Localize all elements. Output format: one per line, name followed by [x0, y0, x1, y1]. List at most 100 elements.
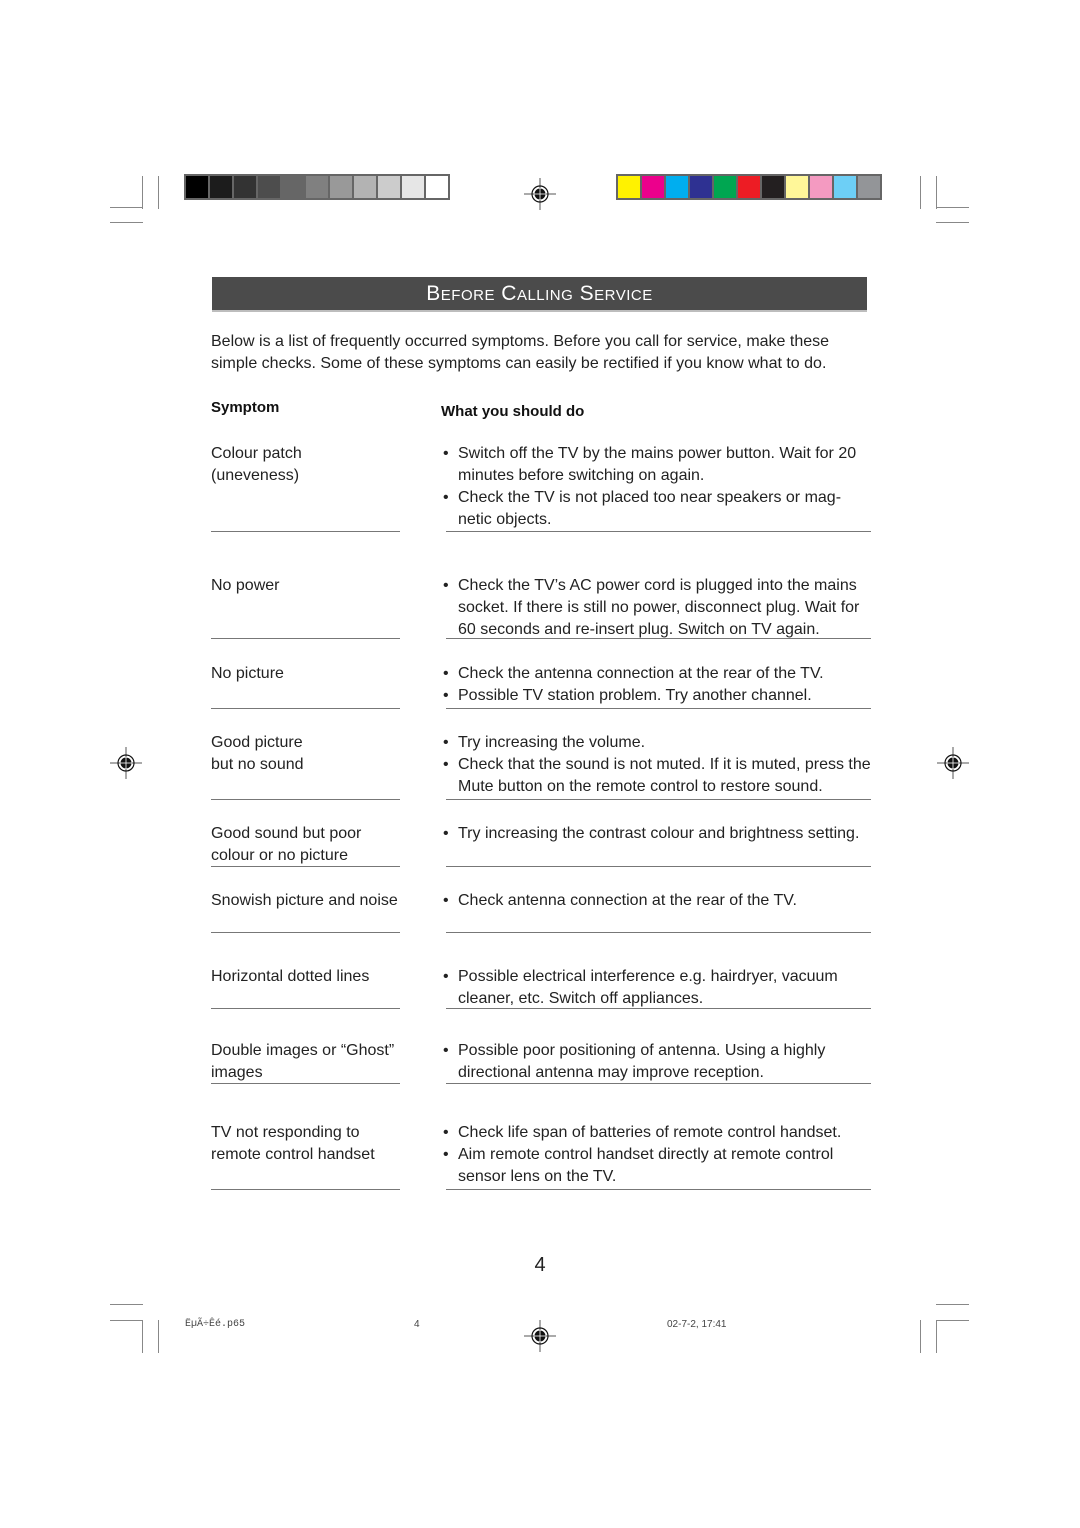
crop-mark: [936, 222, 969, 223]
row-divider: [211, 638, 400, 639]
grayscale-color-bar: [184, 174, 450, 200]
color-swatch: [738, 176, 760, 198]
action-item: • Try increasing the volume.: [441, 732, 871, 754]
page-number: 4: [534, 1254, 546, 1276]
action-cell: • Check the TV’s AC power cord is plugged…: [441, 575, 871, 641]
row-divider: [211, 1189, 400, 1190]
action-text: Check life span of batteries of remote c…: [458, 1124, 842, 1141]
bullet-icon: •: [443, 892, 449, 909]
row-divider: [211, 932, 400, 933]
action-cell: • Check the antenna connection at the rea…: [441, 663, 871, 707]
action-cell: • Check antenna connection at the rear of…: [441, 890, 871, 912]
action-text: Try increasing the contrast colour and b…: [458, 825, 860, 842]
action-text: Check antenna connection at the rear of …: [458, 892, 797, 909]
color-swatch: [258, 176, 280, 198]
crop-mark: [158, 176, 159, 209]
row-divider: [211, 866, 400, 867]
color-swatch: [786, 176, 808, 198]
row-divider: [446, 1083, 871, 1084]
action-cell: • Try increasing the contrast colour and …: [441, 823, 871, 845]
bullet-icon: •: [443, 577, 449, 594]
crop-mark: [920, 176, 921, 209]
color-swatch: [666, 176, 688, 198]
footer-filename: ËµÃ÷Êé.p65: [185, 1319, 246, 1330]
color-swatch: [330, 176, 352, 198]
bullet-icon: •: [443, 825, 449, 842]
crop-mark: [158, 1320, 159, 1353]
column-header-symptom: Symptom: [211, 399, 280, 416]
color-swatch: [642, 176, 664, 198]
bullet-icon: •: [443, 489, 449, 506]
row-divider: [446, 638, 871, 639]
row-divider: [446, 799, 871, 800]
symptom-cell: No picture: [211, 665, 284, 682]
footer-page: 4: [414, 1319, 420, 1330]
action-cell: • Check life span of batteries of remote …: [441, 1122, 871, 1188]
color-swatch: [354, 176, 376, 198]
crop-mark: [936, 1320, 937, 1353]
action-item: • Check the antenna connection at the rea…: [441, 663, 871, 685]
action-item: • Check the TV is not placed too near spe…: [441, 487, 871, 531]
action-cell: • Try increasing the volume. • Check that t…: [441, 732, 871, 798]
row-divider: [211, 531, 400, 532]
symptom-cell: Horizontal dotted lines: [211, 968, 370, 985]
row-divider: [446, 1189, 871, 1190]
crop-mark: [920, 1320, 921, 1353]
crop-mark: [936, 1320, 969, 1321]
bullet-icon: •: [443, 968, 449, 985]
row-divider: [446, 1008, 871, 1009]
color-swatch: [378, 176, 400, 198]
action-text: Try increasing the volume.: [458, 734, 646, 751]
crop-mark: [936, 207, 969, 208]
symptom-cell: Double images or “Ghost” images: [211, 1042, 395, 1081]
action-item: • Aim remote control handset directly at …: [441, 1144, 871, 1188]
action-text: Possible electrical interference e.g. ha…: [458, 968, 838, 1007]
action-item: • Try increasing the contrast colour and …: [441, 823, 871, 845]
column-header-action: What you should do: [441, 403, 585, 420]
action-text: Switch off the TV by the mains power but…: [458, 445, 857, 484]
color-swatch: [306, 176, 328, 198]
action-text: Check the TV is not placed too near spea…: [458, 489, 842, 528]
bullet-icon: •: [443, 734, 449, 751]
action-text: Possible TV station problem. Try another…: [458, 687, 812, 704]
color-swatch: [810, 176, 832, 198]
color-swatch: [858, 176, 880, 198]
action-text: Check the antenna connection at the rear…: [458, 665, 824, 682]
action-item: • Check the TV’s AC power cord is plugged…: [441, 575, 871, 641]
row-divider: [446, 708, 871, 709]
action-item: • Check life span of batteries of remote …: [441, 1122, 871, 1144]
bullet-icon: •: [443, 1042, 449, 1059]
row-divider: [211, 1083, 400, 1084]
symptom-cell: Snowish picture and noise: [211, 892, 398, 909]
symptom-cell: Colour patch (uneveness): [211, 445, 302, 484]
bullet-icon: •: [443, 1146, 449, 1163]
color-swatch: [714, 176, 736, 198]
symptom-cell: Good sound but poor colour or no picture: [211, 825, 362, 864]
color-swatch: [690, 176, 712, 198]
row-divider: [211, 708, 400, 709]
symptom-cell: TV not responding to remote control hand…: [211, 1124, 375, 1163]
registration-mark-icon: [110, 747, 142, 779]
action-item: • Check that the sound is not muted. If i…: [441, 754, 871, 798]
row-divider: [211, 799, 400, 800]
crop-mark: [110, 1304, 143, 1305]
symptom-cell: No power: [211, 577, 280, 594]
crop-mark: [110, 207, 143, 208]
action-cell: • Switch off the TV by the mains power bu…: [441, 443, 871, 531]
crop-mark: [936, 176, 937, 209]
crop-mark: [142, 1320, 143, 1353]
color-swatch: [834, 176, 856, 198]
color-swatch: [762, 176, 784, 198]
crop-mark: [936, 1304, 969, 1305]
crop-mark: [142, 176, 143, 209]
color-swatch: [282, 176, 304, 198]
color-swatch: [426, 176, 448, 198]
row-divider: [211, 1008, 400, 1009]
footer-timestamp: 02-7-2, 17:41: [667, 1319, 727, 1330]
registration-mark-icon: [937, 747, 969, 779]
action-text: Check the TV’s AC power cord is plugged …: [458, 577, 860, 638]
process-color-bar: [616, 174, 882, 200]
color-swatch: [210, 176, 232, 198]
action-item: • Possible poor positioning of antenna. U…: [441, 1040, 871, 1084]
action-text: Possible poor positioning of antenna. Us…: [458, 1042, 826, 1081]
